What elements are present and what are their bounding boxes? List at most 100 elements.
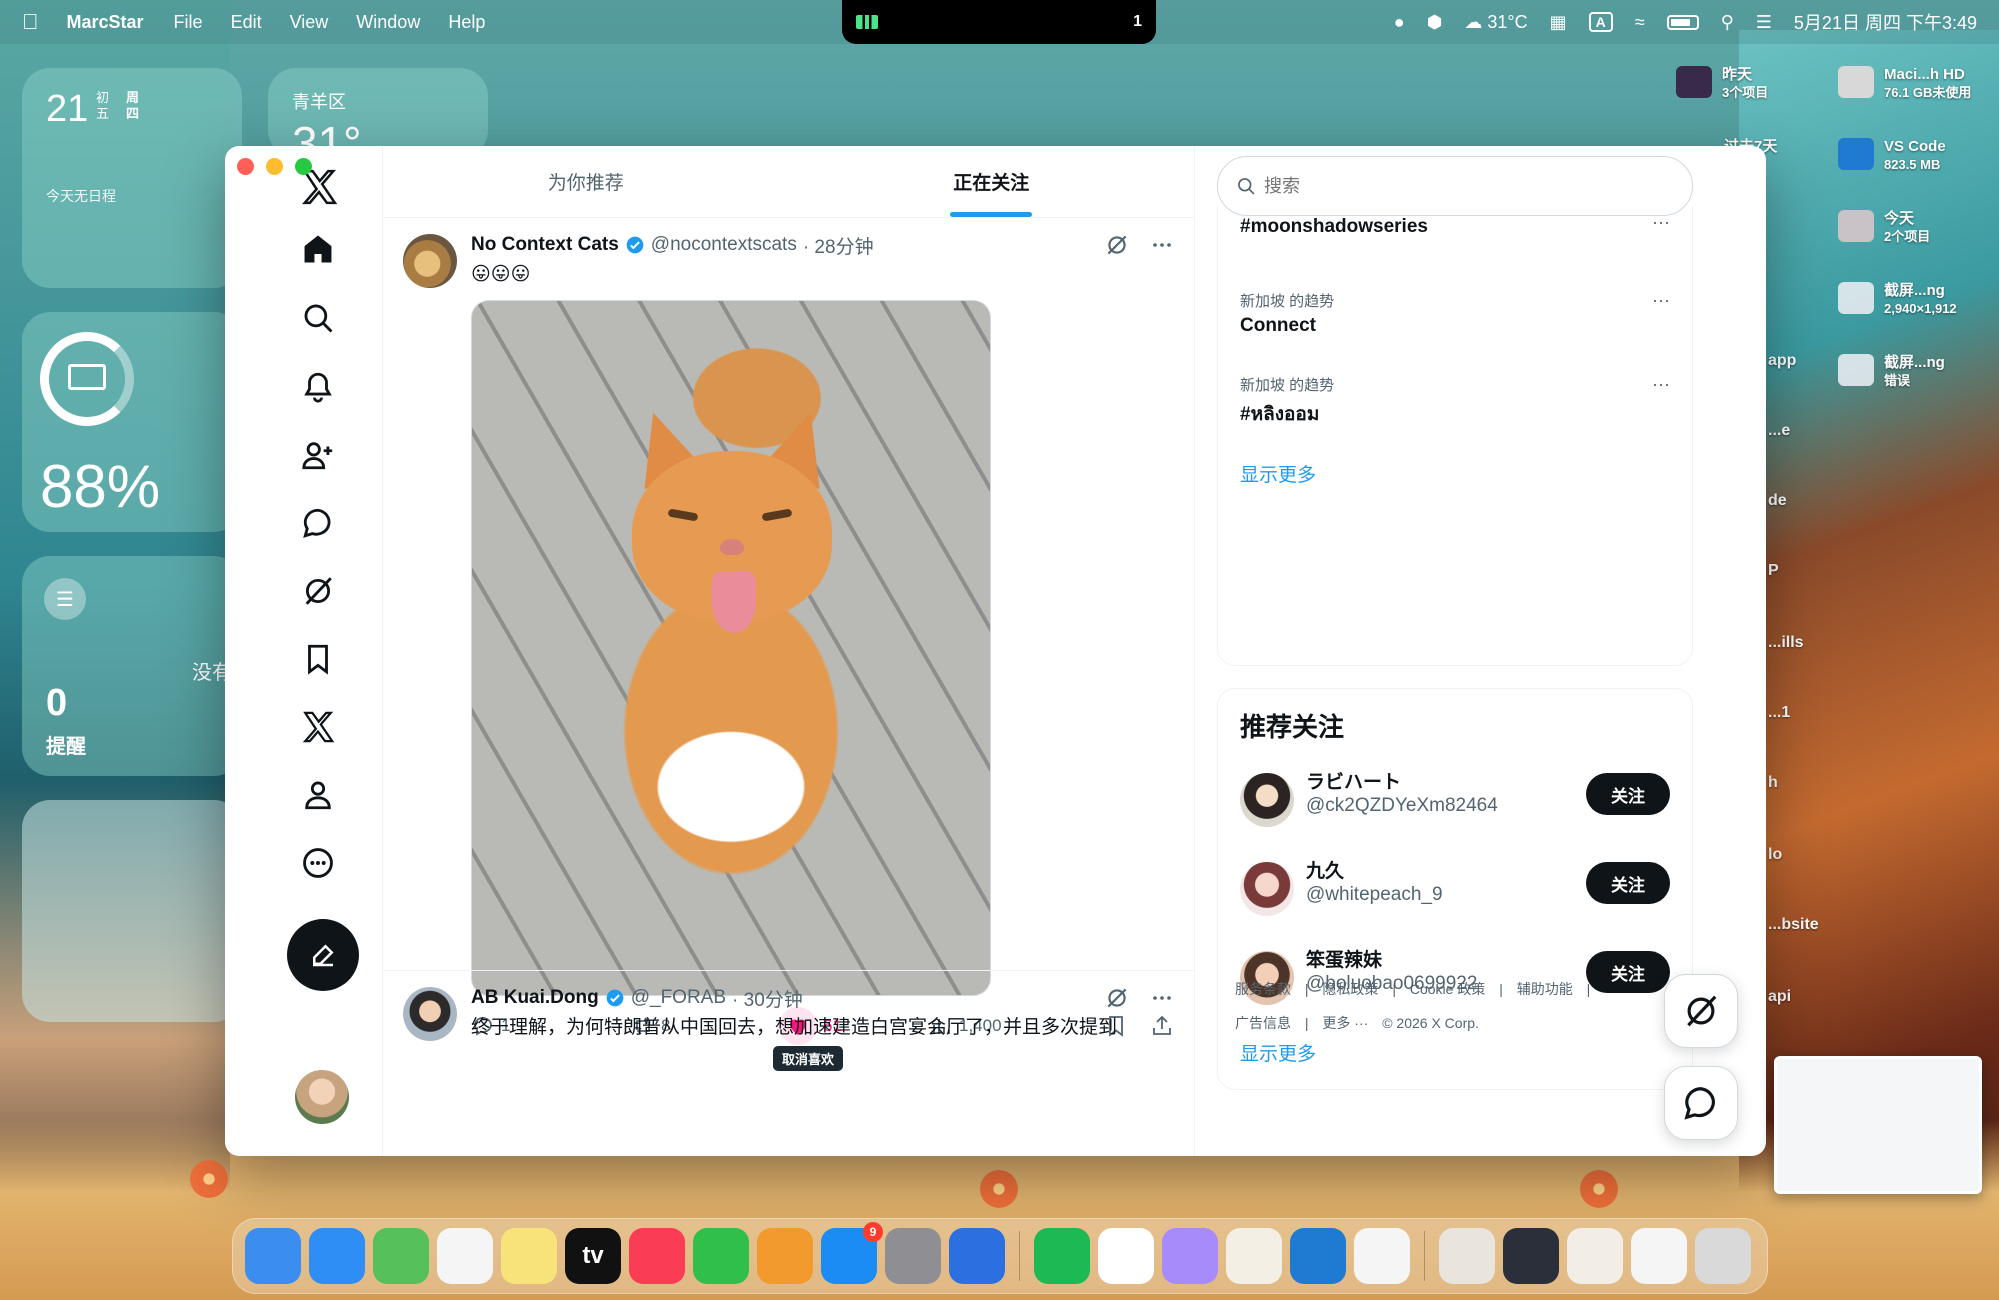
footer-more-link[interactable]: 更多 ··· <box>1322 1015 1368 1031</box>
desktop-clipped-label[interactable]: ...e <box>1768 422 1790 440</box>
system-settings-icon[interactable] <box>885 1228 941 1284</box>
calendar-widget[interactable]: 21 初五 周四 今天无日程 <box>22 68 242 288</box>
grok-floating-button[interactable] <box>1664 974 1738 1048</box>
footer-accessibility-link[interactable]: 辅助功能 <box>1517 981 1573 997</box>
post-author-avatar[interactable] <box>403 987 457 1041</box>
desktop-clipped-label[interactable]: api <box>1768 988 1791 1006</box>
footer-privacy-link[interactable]: 隐私政策 <box>1322 981 1378 997</box>
input-source-icon[interactable]: A <box>1588 12 1613 32</box>
post-author-handle[interactable]: @nocontextscats <box>651 234 797 256</box>
control-center-icon[interactable]: ☰ <box>1756 12 1772 33</box>
desktop-clipped-label[interactable]: ...ills <box>1768 634 1804 652</box>
weather-status[interactable]: ☁ 31°C <box>1464 12 1527 33</box>
keyboard-status-icon[interactable]: ▦ <box>1550 12 1567 33</box>
close-window-button[interactable] <box>237 158 254 175</box>
follow-add-user-icon[interactable] <box>301 438 335 472</box>
xcode-icon[interactable] <box>949 1228 1005 1284</box>
spotlight-search-icon[interactable]: ⚲ <box>1721 12 1734 33</box>
menu-help[interactable]: Help <box>448 12 485 33</box>
grok-explain-icon[interactable] <box>1104 985 1130 1011</box>
reminders-icon[interactable] <box>437 1228 493 1284</box>
user-name[interactable]: ラビハート <box>1306 767 1401 794</box>
maps-icon[interactable] <box>373 1228 429 1284</box>
post-item[interactable]: No Context Cats @nocontextscats · 28分钟 😛… <box>383 218 1194 1071</box>
minimize-window-button[interactable] <box>266 158 283 175</box>
post-timestamp[interactable]: · 28分钟 <box>803 232 874 259</box>
search-box[interactable] <box>1217 156 1693 216</box>
more-options-icon[interactable] <box>301 846 335 880</box>
user-avatar[interactable] <box>1240 862 1294 916</box>
suggested-user[interactable]: ラビハート @ck2QZDYeXm82464 关注 <box>1240 767 1670 827</box>
terminal-icon[interactable] <box>1226 1228 1282 1284</box>
footer-cookie-link[interactable]: Cookie 政策 <box>1410 981 1485 997</box>
post-timestamp[interactable]: · 30分钟 <box>732 985 803 1012</box>
desktop-clipped-label[interactable]: ...1 <box>1768 704 1790 722</box>
follow-button[interactable]: 关注 <box>1586 773 1670 815</box>
notifications-bell-icon[interactable] <box>301 370 335 404</box>
zoom-window-button[interactable] <box>295 158 312 175</box>
user-name[interactable]: 九久 <box>1306 856 1344 883</box>
app-menu[interactable]: MarcStar <box>67 12 144 33</box>
post-author-name[interactable]: AB Kuai.Dong <box>471 987 599 1009</box>
bookmarks-icon[interactable] <box>301 642 335 676</box>
follow-show-more-link[interactable]: 显示更多 <box>1240 1039 1316 1066</box>
trash-icon[interactable] <box>1695 1228 1751 1284</box>
safari-icon[interactable] <box>309 1228 365 1284</box>
trend-item[interactable]: 新加坡 的趋势 #หลิงออม ··· <box>1240 374 1670 429</box>
diff-app-icon[interactable] <box>1354 1228 1410 1284</box>
search-input[interactable] <box>1264 175 1664 197</box>
desktop-clipped-label[interactable]: ...bsite <box>1768 916 1819 934</box>
reminders-widget[interactable]: ☰ 没有 0 提醒 <box>22 556 242 776</box>
home-icon[interactable] <box>301 232 335 266</box>
suggested-user[interactable]: 九久 @whitepeach_9 关注 <box>1240 856 1670 916</box>
notes-icon[interactable] <box>501 1228 557 1284</box>
vscode-icon[interactable] <box>1290 1228 1346 1284</box>
desktop-clipped-label[interactable]: P <box>1768 562 1779 580</box>
user-avatar[interactable] <box>1240 773 1294 827</box>
profile-icon[interactable] <box>301 778 335 812</box>
desktop-screenshot-file[interactable]: 截屏...ng 2,940×1,912 <box>1838 282 1957 318</box>
menu-window[interactable]: Window <box>356 12 420 33</box>
widget-preview-thumbnail[interactable] <box>22 800 242 1022</box>
spotify-icon[interactable] <box>1034 1228 1090 1284</box>
user-name[interactable]: 笨蛋辣妹 <box>1306 945 1382 972</box>
window-thumb-icon[interactable] <box>1567 1228 1623 1284</box>
cat-app-icon[interactable] <box>1162 1228 1218 1284</box>
trends-show-more-link[interactable]: 显示更多 <box>1240 460 1316 487</box>
appstore-icon[interactable]: 9 <box>821 1222 883 1284</box>
post-author-handle[interactable]: @_FORAB <box>631 987 726 1009</box>
desktop-clipped-label[interactable]: h <box>1768 774 1778 792</box>
grok-explain-icon[interactable] <box>1104 232 1130 258</box>
chrome-icon[interactable] <box>1098 1228 1154 1284</box>
trend-item[interactable]: 新加坡 的趋势 Connect ··· <box>1240 290 1670 337</box>
post-author-avatar[interactable] <box>403 234 457 288</box>
premium-x-icon[interactable] <box>301 710 335 744</box>
post-item[interactable]: AB Kuai.Dong @_FORAB · 30分钟 终于理解，为何特朗普从中… <box>383 970 1194 1090</box>
desktop-screenshot-file[interactable]: 截屏...ng 错误 <box>1838 354 1945 390</box>
desktop-disk-macintosh-hd[interactable]: Maci...h HD 76.1 GB未使用 <box>1838 66 1971 102</box>
numbers-icon[interactable] <box>693 1228 749 1284</box>
desktop-app-vscode[interactable]: VS Code 823.5 MB <box>1838 138 1946 174</box>
post-more-icon[interactable] <box>1150 986 1174 1010</box>
follow-button[interactable]: 关注 <box>1586 862 1670 904</box>
music-icon[interactable] <box>629 1228 685 1284</box>
desktop-folder-yesterday[interactable]: 昨天 3个项目 <box>1676 66 1768 102</box>
desktop-folder-today[interactable]: 今天 2个项目 <box>1838 210 1930 246</box>
post-image-cat[interactable] <box>471 300 991 996</box>
explore-search-icon[interactable] <box>301 301 335 335</box>
account-avatar[interactable] <box>295 1070 349 1124</box>
tab-for-you[interactable]: 为你推荐 <box>383 146 789 217</box>
battery-widget[interactable]: 88% <box>22 312 242 532</box>
tab-following[interactable]: 正在关注 <box>789 146 1195 217</box>
footer-terms-link[interactable]: 服务条款 <box>1235 981 1291 997</box>
user-handle[interactable]: @ck2QZDYeXm82464 <box>1306 795 1498 817</box>
trend-more-icon[interactable]: ··· <box>1652 290 1670 311</box>
window-thumb-icon[interactable] <box>1503 1228 1559 1284</box>
menu-file[interactable]: File <box>174 12 203 33</box>
messages-floating-button[interactable] <box>1664 1066 1738 1140</box>
grok-icon[interactable] <box>301 574 335 608</box>
menu-edit[interactable]: Edit <box>231 12 262 33</box>
post-more-icon[interactable] <box>1150 233 1174 257</box>
wifi-icon[interactable]: ≈ <box>1635 12 1645 33</box>
desktop-clipped-label[interactable]: lo <box>1768 846 1782 864</box>
